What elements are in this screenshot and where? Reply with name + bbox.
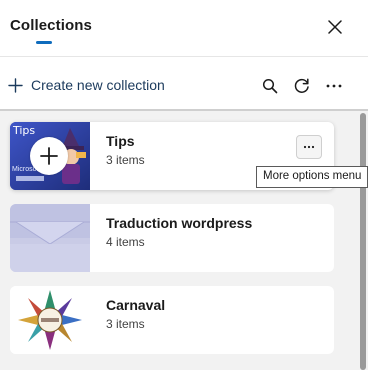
search-button[interactable]	[259, 75, 281, 97]
plus-icon	[40, 147, 58, 165]
more-horizontal-icon	[303, 145, 315, 149]
collection-title: Traduction wordpress	[106, 215, 253, 231]
collection-title: Carnaval	[106, 297, 166, 313]
title-underline	[36, 41, 52, 44]
more-horizontal-icon	[326, 84, 342, 88]
collection-thumbnail	[10, 286, 90, 354]
toolbar: Create new collection	[0, 57, 368, 109]
panel-header: Collections	[0, 0, 368, 56]
collection-item-count: 3 items	[106, 317, 145, 331]
refresh-icon	[294, 78, 309, 93]
collection-item-count: 4 items	[106, 235, 145, 249]
collection-card-carnaval[interactable]: Carnaval 3 items	[10, 286, 334, 354]
collection-card-traduction-wordpress[interactable]: Traduction wordpress 4 items	[10, 204, 334, 272]
create-collection-button[interactable]: Create new collection	[8, 73, 165, 97]
more-options-tooltip: More options menu	[256, 166, 368, 188]
thumbnail-text: Tips	[13, 124, 36, 137]
collection-more-button[interactable]	[296, 135, 322, 159]
create-collection-label: Create new collection	[31, 77, 165, 93]
collections-panel: Collections Create new collection Tips M…	[0, 0, 368, 370]
more-options-button[interactable]	[323, 75, 345, 97]
close-icon	[328, 20, 342, 34]
scrollbar-thumb[interactable]	[360, 113, 366, 370]
panel-title: Collections	[10, 17, 92, 34]
close-button[interactable]	[322, 14, 348, 40]
refresh-button[interactable]	[291, 75, 313, 97]
collection-title: Tips	[106, 133, 135, 149]
collections-list: Tips Microsoft Tips 3 items Traduction w…	[0, 111, 358, 370]
collection-item-count: 3 items	[106, 153, 145, 167]
search-icon	[262, 78, 278, 94]
add-to-collection-button[interactable]	[30, 137, 68, 175]
plus-icon	[8, 77, 23, 93]
collection-thumbnail	[10, 204, 90, 272]
scrollbar[interactable]	[358, 111, 368, 370]
